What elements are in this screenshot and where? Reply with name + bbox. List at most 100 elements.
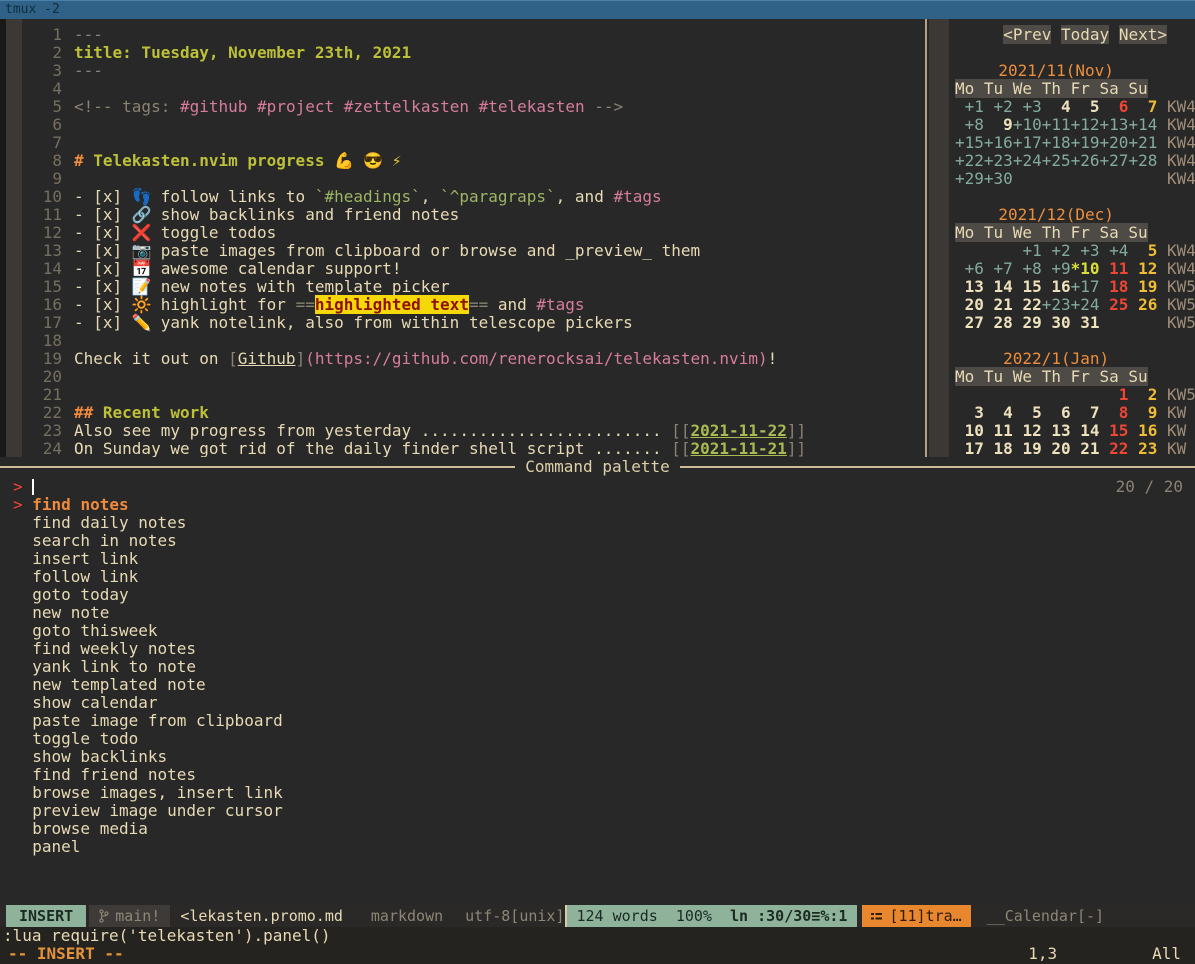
calendar-nav-prev-button[interactable]: <Prev xyxy=(1003,25,1051,44)
palette-item[interactable]: new note xyxy=(0,604,1195,622)
calendar-day[interactable]: 16 xyxy=(1042,277,1071,296)
calendar-day[interactable]: 14 xyxy=(984,277,1013,296)
palette-item[interactable]: preview image under cursor xyxy=(0,802,1195,820)
calendar-day[interactable]: 5 xyxy=(1013,403,1042,422)
editor-line[interactable]: 18 xyxy=(22,332,925,350)
editor-line[interactable]: 23Also see my progress from yesterday ..… xyxy=(22,422,925,440)
palette-item[interactable]: new templated note xyxy=(0,676,1195,694)
calendar-day[interactable]: 5 xyxy=(1128,241,1157,260)
calendar-day[interactable]: 11 xyxy=(984,421,1013,440)
calendar-day[interactable]: 27 xyxy=(955,313,984,332)
calendar-nav-today-button[interactable]: Today xyxy=(1061,25,1109,44)
calendar-day[interactable]: 19 xyxy=(1013,439,1042,457)
calendar-day[interactable]: 1 xyxy=(1100,385,1129,404)
palette-item[interactable]: toggle todo xyxy=(0,730,1195,748)
calendar-day[interactable]: 21 xyxy=(1071,439,1100,457)
editor-line[interactable]: 4 xyxy=(22,80,925,98)
editor-line[interactable]: 2title: Tuesday, November 23th, 2021 xyxy=(22,44,925,62)
calendar-day[interactable]: 11 xyxy=(1100,259,1129,278)
command-line[interactable]: :lua require('telekasten').panel() xyxy=(0,927,1195,945)
calendar-window-label[interactable]: __Calendar[-] xyxy=(987,905,1104,927)
palette-item[interactable]: insert link xyxy=(0,550,1195,568)
editor-line[interactable]: 12- [x] ❌ toggle todos xyxy=(22,224,925,242)
editor-line[interactable]: 17- [x] ✏️ yank notelink, also from with… xyxy=(22,314,925,332)
calendar-day[interactable]: +21 xyxy=(1128,133,1157,152)
calendar-day[interactable]: 15 xyxy=(1100,421,1129,440)
calendar-day[interactable]: 8 xyxy=(1100,403,1129,422)
calendar-day[interactable]: +3 xyxy=(1013,97,1042,116)
buffer-segment[interactable]: [11]tra… xyxy=(862,905,970,927)
editor-line[interactable]: 1--- xyxy=(22,26,925,44)
calendar-day[interactable]: +25 xyxy=(1042,151,1071,170)
calendar-day[interactable]: +24 xyxy=(1071,295,1100,314)
calendar-day[interactable]: 15 xyxy=(1013,277,1042,296)
editor-line[interactable]: 7 xyxy=(22,134,925,152)
editor-line[interactable]: 8# Telekasten.nvim progress 💪 😎 ⚡ xyxy=(22,152,925,170)
calendar-day[interactable]: +8 xyxy=(955,115,984,134)
calendar-day[interactable]: +15 xyxy=(955,133,984,152)
calendar-day[interactable]: 16 xyxy=(1128,421,1157,440)
calendar-day[interactable]: 31 xyxy=(1071,313,1100,332)
calendar-day[interactable]: 19 xyxy=(1128,277,1157,296)
calendar-day[interactable]: +27 xyxy=(1100,151,1129,170)
editor-line[interactable]: 21 xyxy=(22,386,925,404)
calendar-day[interactable]: +6 xyxy=(955,259,984,278)
calendar-day[interactable]: 13 xyxy=(955,277,984,296)
calendar-day[interactable]: +2 xyxy=(1042,241,1071,260)
calendar-day[interactable]: +22 xyxy=(955,151,984,170)
calendar-day[interactable]: 5 xyxy=(1071,97,1100,116)
calendar-day[interactable]: +10 xyxy=(1013,115,1042,134)
editor-line[interactable]: 16- [x] 🔆 highlight for ==highlighted te… xyxy=(22,296,925,314)
calendar-day[interactable]: *10 xyxy=(1071,259,1100,278)
calendar-day[interactable]: 7 xyxy=(1128,97,1157,116)
palette-item[interactable]: goto thisweek xyxy=(0,622,1195,640)
calendar-day[interactable]: +8 xyxy=(1013,259,1042,278)
calendar-day[interactable]: 4 xyxy=(984,403,1013,422)
calendar-day[interactable]: 13 xyxy=(1042,421,1071,440)
calendar-day[interactable]: 18 xyxy=(1100,277,1129,296)
calendar-day[interactable]: 12 xyxy=(1128,259,1157,278)
editor-line[interactable]: 13- [x] 📷 paste images from clipboard or… xyxy=(22,242,925,260)
calendar-day[interactable]: 7 xyxy=(1071,403,1100,422)
calendar-day[interactable]: +1 xyxy=(1013,241,1042,260)
palette-item[interactable]: goto today xyxy=(0,586,1195,604)
editor-line[interactable]: 9 xyxy=(22,170,925,188)
editor-line[interactable]: 10- [x] 👣 follow links to `#headings`, `… xyxy=(22,188,925,206)
calendar-day[interactable]: 14 xyxy=(1071,421,1100,440)
editor-line[interactable]: 5<!-- tags: #github #project #zettelkast… xyxy=(22,98,925,116)
calendar-day[interactable]: +11 xyxy=(1042,115,1071,134)
calendar-day[interactable]: 6 xyxy=(1100,97,1129,116)
palette-item[interactable]: browse images, insert link xyxy=(0,784,1195,802)
calendar-day[interactable]: +13 xyxy=(1100,115,1129,134)
editor-line[interactable]: 14- [x] 📅 awesome calendar support! xyxy=(22,260,925,278)
calendar-day[interactable]: +24 xyxy=(1013,151,1042,170)
calendar-day[interactable]: 6 xyxy=(1042,403,1071,422)
calendar-day[interactable]: 22 xyxy=(1013,295,1042,314)
calendar-day[interactable]: +14 xyxy=(1128,115,1157,134)
calendar-day[interactable]: 20 xyxy=(955,295,984,314)
calendar-day[interactable]: +28 xyxy=(1128,151,1157,170)
palette-selected-item[interactable]: > find notes xyxy=(0,496,1195,514)
calendar-day[interactable]: 18 xyxy=(984,439,1013,457)
palette-item[interactable]: search in notes xyxy=(0,532,1195,550)
calendar-day[interactable]: 20 xyxy=(1042,439,1071,457)
calendar-day[interactable]: 26 xyxy=(1128,295,1157,314)
editor-line[interactable]: 19Check it out on [Github](https://githu… xyxy=(22,350,925,368)
calendar-day[interactable]: 21 xyxy=(984,295,1013,314)
palette-item[interactable]: show backlinks xyxy=(0,748,1195,766)
editor-line[interactable]: 15- [x] 📝 new notes with template picker xyxy=(22,278,925,296)
palette-item[interactable]: browse media xyxy=(0,820,1195,838)
palette-item[interactable]: show calendar xyxy=(0,694,1195,712)
calendar-day[interactable]: +12 xyxy=(1071,115,1100,134)
git-branch-segment[interactable]: main! xyxy=(89,905,170,927)
calendar-day[interactable]: 3 xyxy=(955,403,984,422)
calendar-day[interactable]: +9 xyxy=(1042,259,1071,278)
calendar-day[interactable]: +4 xyxy=(1100,241,1129,260)
calendar-day[interactable]: +2 xyxy=(984,97,1013,116)
calendar-day[interactable]: +23 xyxy=(984,151,1013,170)
calendar-day[interactable]: +16 xyxy=(984,133,1013,152)
calendar-day[interactable]: 4 xyxy=(1042,97,1071,116)
calendar-day[interactable]: +30 xyxy=(984,169,1013,188)
calendar-day[interactable]: 30 xyxy=(1042,313,1071,332)
palette-item[interactable]: follow link xyxy=(0,568,1195,586)
